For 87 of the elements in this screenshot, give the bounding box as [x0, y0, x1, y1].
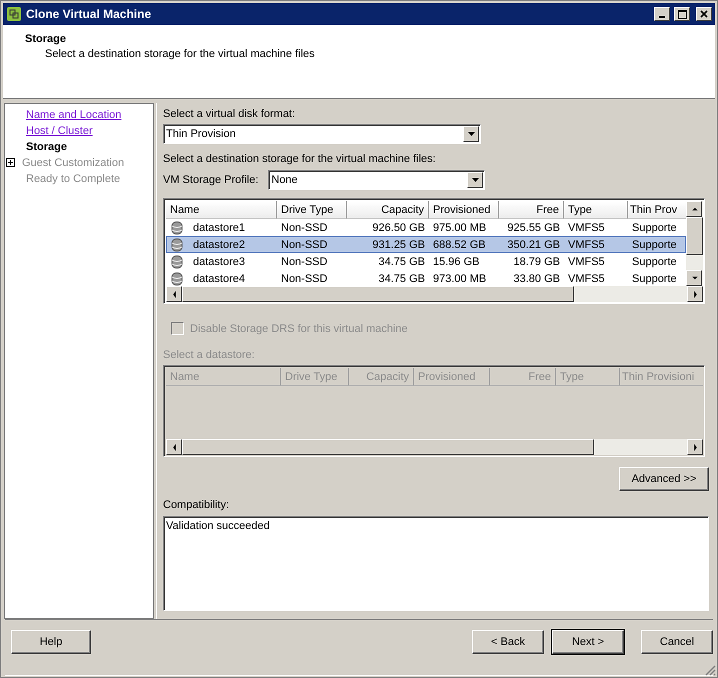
- table-cell: datastore3: [193, 256, 245, 268]
- disk-format-dropdown[interactable]: Thin Provision: [163, 124, 481, 144]
- column-header[interactable]: Name: [166, 201, 277, 219]
- page-subtitle: Select a destination storage for the virtual machine files: [45, 48, 316, 60]
- scroll-right-button[interactable]: [687, 286, 703, 302]
- table-cell: Non-SSD: [281, 272, 328, 284]
- compatibility-message: Validation succeeded: [166, 520, 270, 532]
- wizard-button[interactable]: Next >: [552, 630, 624, 654]
- table-cell: 688.52 GB: [433, 238, 486, 250]
- checkbox-label: Disable Storage DRS for this virtual machine: [190, 322, 408, 334]
- table-cell: 15.96 GB: [433, 256, 480, 268]
- maximize-icon: [678, 10, 686, 18]
- column-header[interactable]: Provisioned: [429, 201, 499, 219]
- help-button[interactable]: Help: [11, 630, 91, 654]
- scrollbar-thumb[interactable]: [686, 217, 703, 255]
- database-icon: [171, 220, 183, 234]
- caret-icon: [472, 178, 479, 182]
- field-label: Select a datastore:: [163, 349, 256, 361]
- field-label: VM Storage Profile:: [163, 174, 258, 186]
- table-row[interactable]: datastore4 Non-SSD 34.75 GB 973.00 MB 33.80 GB VMFS5 Supporte: [166, 270, 686, 286]
- app-icon: [6, 6, 22, 22]
- column-header[interactable]: Free: [499, 201, 564, 219]
- table-row[interactable]: datastore1 Non-SSD 926.50 GB 975.00 MB 925.55 GB VMFS5 Supporte: [166, 219, 686, 236]
- column-header[interactable]: Drive Type: [277, 201, 347, 219]
- close-icon: [700, 10, 708, 18]
- advanced-button[interactable]: Advanced >>: [619, 467, 709, 491]
- step-link[interactable]: Name and Location: [26, 108, 122, 120]
- page-title: Storage: [25, 33, 67, 45]
- table-cell: Non-SSD: [281, 256, 328, 268]
- table-cell: datastore2: [193, 238, 245, 250]
- table-cell: 34.75 GB: [378, 272, 425, 284]
- table-cell: 350.21 GB: [507, 238, 560, 250]
- table-cell: datastore4: [193, 272, 245, 284]
- table-cell: datastore1: [193, 222, 245, 234]
- table-cell: Non-SSD: [281, 238, 328, 250]
- scroll-left-button[interactable]: [166, 439, 182, 455]
- scroll-left-button[interactable]: [166, 286, 182, 302]
- table-cell: Supporte: [632, 238, 677, 250]
- maximize-button[interactable]: [674, 7, 690, 21]
- scroll-right-button[interactable]: [687, 439, 703, 455]
- table-cell: Supporte: [632, 272, 677, 284]
- table-cell: VMFS5: [568, 256, 605, 268]
- table-cell: Non-SSD: [281, 222, 328, 234]
- window-title: Clone Virtual Machine: [26, 7, 152, 21]
- expand-icon[interactable]: [5, 157, 16, 168]
- table-cell: VMFS5: [568, 238, 605, 250]
- storage-profile-dropdown[interactable]: None: [268, 170, 486, 190]
- caret-icon: [468, 132, 474, 136]
- field-label: Select a destination storage for the virtual machine files:: [163, 153, 437, 165]
- close-button[interactable]: [696, 7, 712, 21]
- database-icon: [171, 272, 183, 286]
- step-item[interactable]: Storage: [26, 140, 67, 152]
- table-cell: 18.79 GB: [514, 256, 560, 268]
- table-cell: 931.25 GB: [372, 238, 425, 250]
- wizard-button[interactable]: < Back: [472, 630, 544, 654]
- scrollbar-thumb[interactable]: [182, 439, 594, 455]
- database-icon: [171, 238, 183, 252]
- table-cell: VMFS5: [568, 222, 605, 234]
- step-item: Guest Customization: [22, 156, 124, 168]
- scrollbar-thumb[interactable]: [182, 286, 574, 302]
- column-header[interactable]: Thin Prov: [628, 201, 686, 219]
- table-row[interactable]: datastore3 Non-SSD 34.75 GB 15.96 GB 18.79 GB VMFS5 Supporte: [166, 253, 686, 270]
- table-cell: Supporte: [632, 222, 677, 234]
- horizontal-scrollbar[interactable]: [166, 439, 703, 455]
- minimize-button[interactable]: [654, 7, 670, 21]
- scroll-up-button[interactable]: [686, 201, 702, 217]
- table-cell: 973.00 MB: [433, 272, 486, 284]
- table-cell: Supporte: [632, 256, 677, 268]
- horizontal-scrollbar[interactable]: [166, 286, 703, 302]
- resize-grip-icon[interactable]: [704, 664, 716, 676]
- table-cell: 33.80 GB: [514, 272, 560, 284]
- field-label: Compatibility:: [163, 499, 230, 511]
- scroll-down-button[interactable]: [686, 270, 702, 286]
- table-cell: 34.75 GB: [378, 256, 425, 268]
- vertical-scrollbar[interactable]: [686, 201, 703, 286]
- table-row[interactable]: datastore2 Non-SSD 931.25 GB 688.52 GB 350.21 GB VMFS5 Supporte: [166, 236, 686, 253]
- column-header[interactable]: Capacity: [347, 201, 429, 219]
- wizard-button[interactable]: Cancel: [641, 630, 713, 654]
- step-link[interactable]: Host / Cluster: [26, 124, 93, 136]
- column-header[interactable]: Type: [564, 201, 628, 219]
- step-item: Ready to Complete: [26, 172, 120, 184]
- table-cell: VMFS5: [568, 272, 605, 284]
- table-cell: 975.00 MB: [433, 222, 486, 234]
- field-label: Select a virtual disk format:: [163, 108, 296, 120]
- table-cell: 926.50 GB: [372, 222, 425, 234]
- database-icon: [171, 254, 183, 268]
- table-cell: 925.55 GB: [507, 222, 560, 234]
